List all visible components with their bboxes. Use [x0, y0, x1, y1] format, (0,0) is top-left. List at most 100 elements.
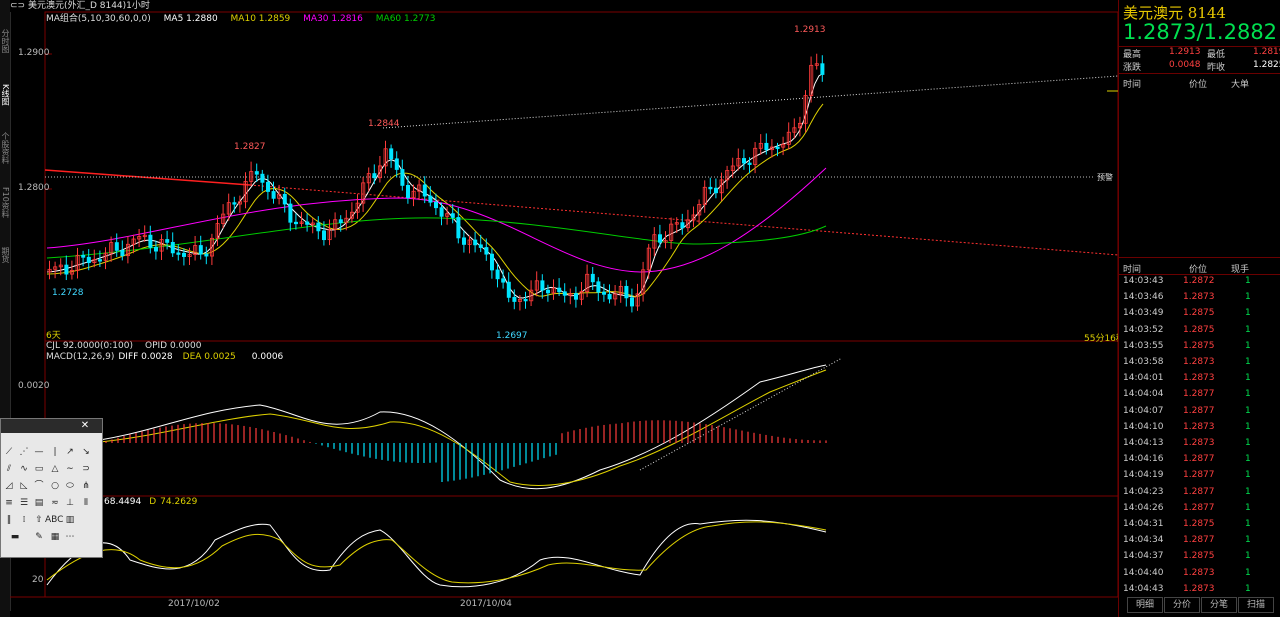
fibonacci-tool-icon[interactable]: ≡ — [2, 496, 16, 510]
time-zone-tool-icon[interactable]: ‖ — [2, 513, 16, 527]
cycle-tool-icon[interactable]: ⦀ — [79, 496, 93, 510]
tick-row: 14:03:43 1.2872 1 — [1119, 276, 1280, 292]
tick-row: 14:04:23 1.2877 1 — [1119, 487, 1280, 503]
delete-tool-icon[interactable]: ▦ — [48, 530, 62, 544]
tick-row: 14:04:04 1.2877 1 — [1119, 389, 1280, 405]
ray-tool-icon[interactable]: ↗ — [63, 445, 77, 459]
zigzag-tool-icon[interactable]: ∿ — [17, 462, 31, 476]
candle-body — [680, 222, 685, 229]
percent-tool-icon[interactable]: ☰ — [17, 496, 31, 510]
peak-annotation-a: 1.2844 — [368, 119, 400, 129]
wave-tool-icon[interactable]: ∼ — [63, 462, 77, 476]
text-tool-icon[interactable]: ABC — [45, 513, 63, 527]
candle-body — [293, 221, 298, 225]
candle-body — [714, 187, 719, 194]
cjl-label: CJL 92.0000(0:100) — [46, 341, 133, 351]
candle-body — [305, 221, 310, 225]
tab-tick[interactable]: 分笔 — [1201, 597, 1237, 613]
circle-tool-icon[interactable]: ○ — [48, 479, 62, 493]
quote-panel: 美元澳元 8144 1.2873/1.2882 最高 1.2913 最低 1.2… — [1118, 0, 1280, 617]
bid-ask-price: 1.2873/1.2882 — [1123, 20, 1278, 44]
close-icon[interactable]: ✕ — [76, 419, 94, 432]
tick-time: 14:04:31 — [1123, 519, 1164, 529]
indicator-legend: CJL 92.0000(0:100) OPID 0.0000 MACD(12,26… — [46, 341, 283, 363]
candle-body — [81, 254, 86, 258]
tick-price: 1.2875 — [1183, 324, 1215, 335]
tick-price: 1.2877 — [1183, 486, 1215, 497]
tick-row: 14:04:26 1.2877 1 — [1119, 503, 1280, 519]
candle-body — [461, 237, 466, 245]
candle-body — [86, 256, 91, 264]
x-label-date-2: 2017/10/04 — [460, 599, 512, 609]
tick-time: 14:03:52 — [1123, 324, 1164, 335]
tick-time: 14:04:34 — [1123, 535, 1164, 546]
tick-time: 14:04:16 — [1123, 454, 1164, 465]
vertical-line-tool-icon[interactable]: | — [48, 445, 62, 459]
more-tools-icon[interactable]: ⋯ — [63, 530, 77, 544]
tab-scan[interactable]: 扫描 — [1238, 597, 1274, 613]
eraser-tool-icon[interactable]: ✎ — [32, 530, 46, 544]
tick-price: 1.2877 — [1183, 535, 1215, 546]
tools-header[interactable]: ✕ — [1, 419, 102, 433]
candle-body — [495, 269, 500, 280]
trend-tool-icon[interactable]: ≂ — [48, 496, 62, 510]
tab-detail[interactable]: 明细 — [1127, 597, 1163, 613]
parallel-tool-icon[interactable]: ⫽ — [2, 462, 16, 476]
tick-time: 14:04:23 — [1123, 486, 1164, 497]
candles — [47, 53, 825, 313]
candle-body — [271, 191, 276, 199]
candle-body — [372, 173, 377, 179]
candle-body — [405, 184, 410, 199]
candle-body — [114, 242, 119, 251]
tick-price: 1.2873 — [1183, 357, 1215, 367]
line-tool-icon[interactable]: ⟋ — [2, 445, 16, 459]
tick-time: 14:04:04 — [1123, 389, 1164, 400]
tick-row: 14:04:37 1.2875 1 — [1119, 551, 1280, 567]
tick-price: 1.2877 — [1183, 389, 1215, 400]
drawing-tools-panel[interactable]: ✕ ⟋ ⋰ — | ↗ ↘ ⫽ ∿ ▭ △ ∼ ⊃ ◿ ◺ ⌒ ○ ⬭ ⋔ ≡ … — [0, 418, 103, 558]
channel-tool-icon[interactable]: ⊥ — [63, 496, 77, 510]
rectangle-tool-icon[interactable]: ▭ — [32, 462, 46, 476]
gann-tool-icon[interactable]: ◿ — [2, 479, 16, 493]
arrow-tool-icon[interactable]: ↘ — [79, 445, 93, 459]
period-tool-icon[interactable]: ⁞ — [17, 513, 31, 527]
kline-chart[interactable] — [0, 0, 1118, 617]
angle-tool-icon[interactable]: ◺ — [17, 479, 31, 493]
chart-frames — [10, 11, 1118, 598]
candle-body — [512, 296, 517, 302]
horizontal-line-tool-icon[interactable]: — — [32, 445, 46, 459]
levels-tool-icon[interactable]: ▤ — [32, 496, 46, 510]
tick-row: 14:03:46 1.2873 1 — [1119, 292, 1280, 308]
candle-body — [254, 171, 259, 175]
fan-tool-icon[interactable]: ⋔ — [79, 479, 93, 493]
line-style-icon[interactable]: ▬ — [2, 530, 28, 544]
up-arrow-tool-icon[interactable]: ⇧ — [32, 513, 46, 527]
ellipse-tool-icon[interactable]: ⬭ — [63, 479, 77, 493]
tick-volume: 1 — [1245, 438, 1251, 448]
candle-body — [764, 142, 769, 151]
ma30-label: MA30 1.2816 — [303, 14, 363, 24]
tick-time: 14:03:46 — [1123, 292, 1164, 303]
d-label: D — [149, 497, 157, 507]
candle-body — [590, 273, 595, 283]
candle-body — [98, 259, 103, 262]
high-key: 最高 — [1123, 50, 1142, 60]
tick-time: 14:04:01 — [1123, 373, 1164, 384]
tick-time: 14:04:13 — [1123, 438, 1164, 448]
tab-price-distribution[interactable]: 分价 — [1164, 597, 1200, 613]
y-label-macd: 0.0020 — [18, 381, 50, 391]
candle-body — [232, 202, 237, 205]
triangle-tool-icon[interactable]: △ — [48, 462, 62, 476]
ma5-line — [46, 72, 824, 299]
tick-row: 14:04:07 1.2877 1 — [1119, 406, 1280, 422]
dotted-line-tool-icon[interactable]: ⋰ — [17, 445, 31, 459]
tick-row: 14:04:40 1.2873 1 — [1119, 568, 1280, 584]
tick-time: 14:04:43 — [1123, 583, 1164, 594]
d-value: 74.2629 — [160, 497, 198, 507]
tick-row: 14:03:52 1.2875 1 — [1119, 325, 1280, 341]
bar-tool-icon[interactable]: ▥ — [63, 513, 77, 527]
candle-body — [602, 291, 607, 295]
candle-body — [260, 173, 265, 183]
arc-up-tool-icon[interactable]: ⌒ — [32, 479, 46, 493]
arc-tool-icon[interactable]: ⊃ — [79, 462, 93, 476]
